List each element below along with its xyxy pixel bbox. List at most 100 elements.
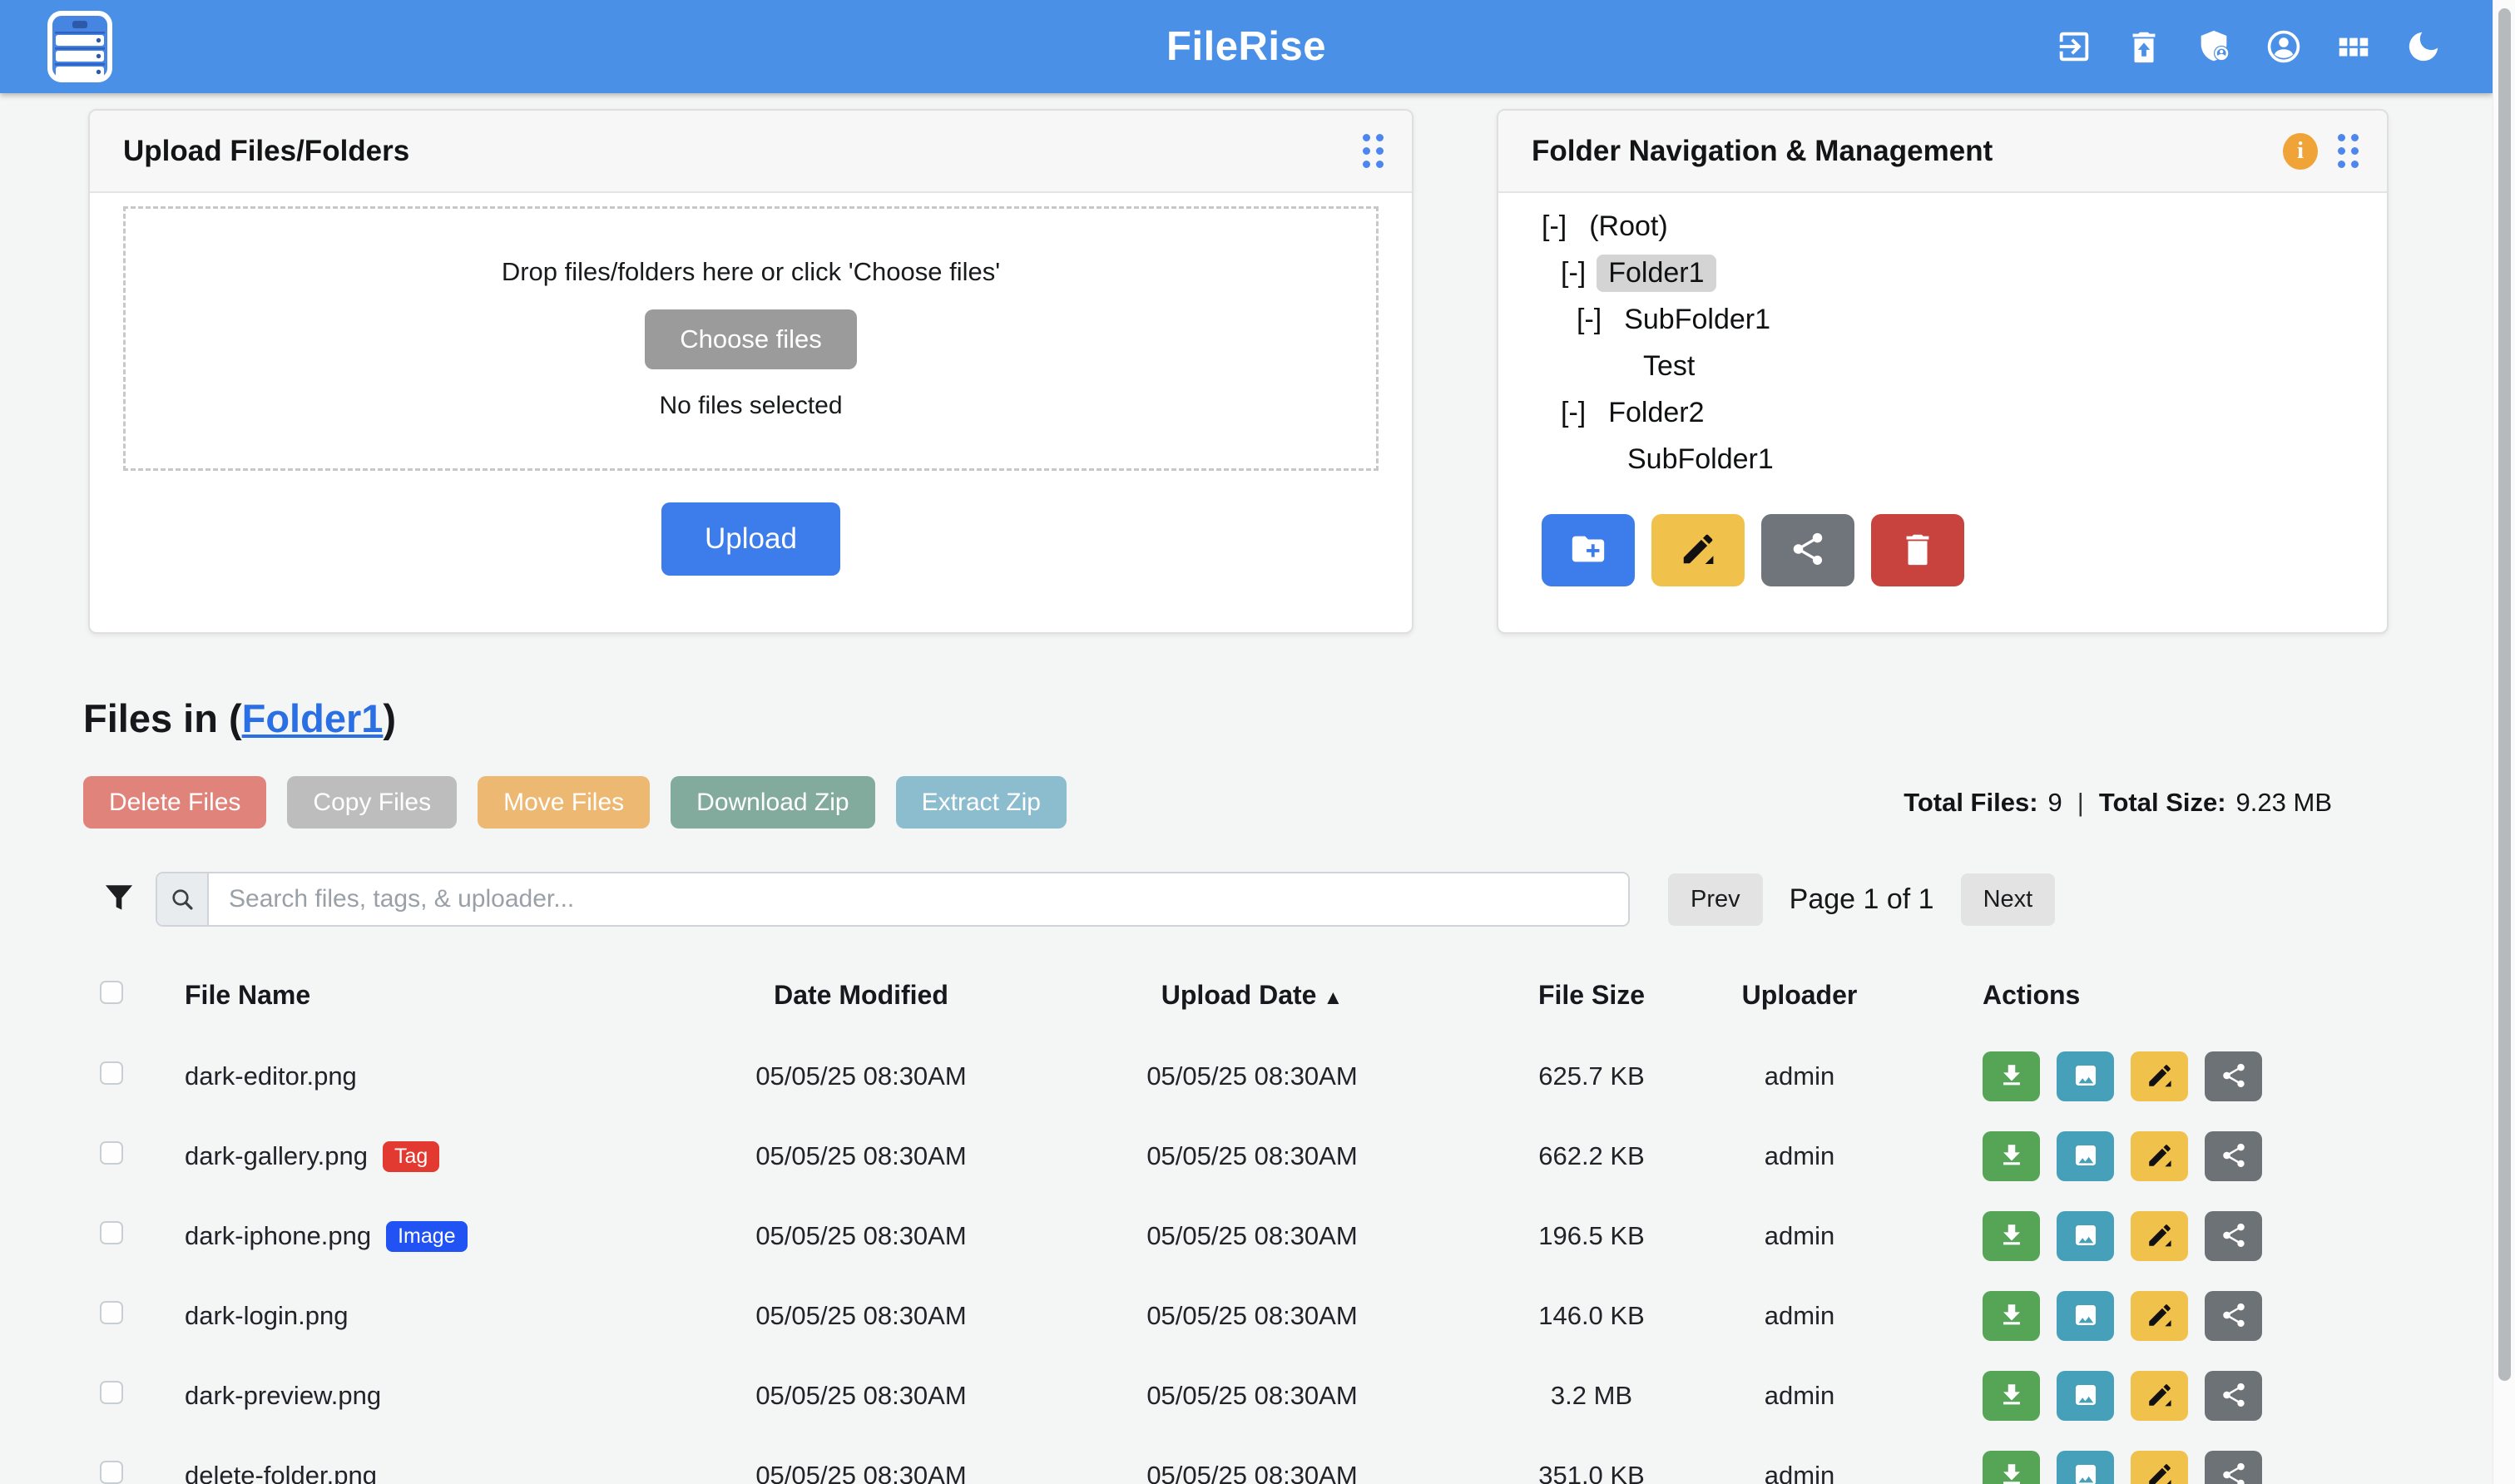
row-checkbox[interactable]	[100, 1301, 123, 1324]
download-icon	[1998, 1301, 2026, 1332]
download-button[interactable]	[1983, 1291, 2040, 1341]
rename-button[interactable]	[2131, 1131, 2188, 1181]
info-icon[interactable]: i	[2283, 133, 2318, 170]
move-files-button[interactable]: Move Files	[478, 776, 650, 829]
row-checkbox[interactable]	[100, 1461, 123, 1484]
choose-files-button[interactable]: Choose files	[645, 309, 857, 369]
download-button[interactable]	[1983, 1211, 2040, 1261]
file-name: dark-editor.png	[185, 1061, 357, 1091]
tree-item-folder1[interactable]: [-]Folder1	[1561, 250, 2387, 296]
copy-files-button[interactable]: Copy Files	[287, 776, 457, 829]
row-checkbox[interactable]	[100, 1061, 123, 1085]
delete-folder-button[interactable]	[1871, 514, 1964, 586]
filter-icon[interactable]	[101, 879, 137, 919]
table-row: dark-preview.png 05/05/25 08:30AM 05/05/…	[83, 1356, 2515, 1436]
file-name: dark-iphone.png	[185, 1221, 371, 1251]
row-checkbox[interactable]	[100, 1141, 123, 1165]
row-checkbox[interactable]	[100, 1381, 123, 1404]
app-logo-menu-button[interactable]	[47, 9, 113, 84]
upload-panel-header: Upload Files/Folders	[90, 111, 1412, 193]
pagination: Prev Page 1 of 1 Next	[1668, 873, 2055, 926]
preview-image-button[interactable]	[2057, 1451, 2114, 1484]
file-dropzone[interactable]: Drop files/folders here or click 'Choose…	[123, 206, 1379, 471]
tree-item-folder2[interactable]: [-]Folder2	[1561, 389, 2387, 436]
col-header-uploader[interactable]: Uploader	[1686, 980, 1913, 1011]
upload-date: 05/05/25 08:30AM	[1007, 1301, 1498, 1331]
drag-handle-icon[interactable]	[2338, 134, 2359, 168]
rename-button[interactable]	[2131, 1051, 2188, 1101]
download-zip-button[interactable]: Download Zip	[671, 776, 874, 829]
scrollbar-thumb[interactable]	[2498, 8, 2511, 1381]
download-icon	[1998, 1141, 2026, 1172]
col-header-file-name[interactable]: File Name	[185, 980, 715, 1011]
image-icon	[2072, 1141, 2100, 1172]
folder-panel: Folder Navigation & Management i [-](Roo…	[1497, 109, 2389, 634]
logout-icon[interactable]	[2055, 27, 2093, 66]
date-modified: 05/05/25 08:30AM	[715, 1221, 1007, 1251]
download-button[interactable]	[1983, 1051, 2040, 1101]
preview-image-button[interactable]	[2057, 1051, 2114, 1101]
preview-image-button[interactable]	[2057, 1371, 2114, 1421]
upload-panel: Upload Files/Folders Drop files/folders …	[88, 109, 1413, 634]
current-folder-link[interactable]: Folder1	[242, 696, 384, 740]
tree-item-test[interactable]: Test	[1631, 343, 2387, 389]
preview-image-button[interactable]	[2057, 1131, 2114, 1181]
admin-shield-icon[interactable]	[2195, 27, 2233, 66]
pencil-icon	[2146, 1461, 2174, 1484]
sort-ascending-icon: ▲	[1323, 987, 1343, 1009]
download-button[interactable]	[1983, 1371, 2040, 1421]
trash-restore-icon[interactable]	[2125, 27, 2163, 66]
app-header: FileRise	[0, 0, 2493, 93]
search-input[interactable]	[209, 873, 1628, 925]
batch-actions: Delete Files Copy Files Move Files Downl…	[83, 776, 1067, 829]
row-checkbox[interactable]	[100, 1221, 123, 1244]
search-group	[156, 872, 1630, 927]
dark-mode-moon-icon[interactable]	[2404, 27, 2443, 66]
share-button[interactable]	[2205, 1451, 2262, 1484]
table-row: delete-folder.png 05/05/25 08:30AM 05/05…	[83, 1436, 2515, 1484]
grid-view-icon[interactable]	[2334, 27, 2373, 66]
share-button[interactable]	[2205, 1051, 2262, 1101]
file-name: dark-gallery.png	[185, 1141, 368, 1171]
file-size: 662.2 KB	[1498, 1141, 1686, 1171]
prev-page-button[interactable]: Prev	[1668, 873, 1763, 926]
preview-image-button[interactable]	[2057, 1211, 2114, 1261]
share-icon	[1789, 530, 1827, 571]
extract-zip-button[interactable]: Extract Zip	[896, 776, 1067, 829]
col-header-upload-date[interactable]: Upload Date▲	[1007, 980, 1498, 1011]
delete-files-button[interactable]: Delete Files	[83, 776, 266, 829]
select-all-checkbox[interactable]	[100, 981, 123, 1004]
upload-button[interactable]: Upload	[661, 502, 840, 576]
next-page-button[interactable]: Next	[1961, 873, 2056, 926]
preview-image-button[interactable]	[2057, 1291, 2114, 1341]
create-folder-button[interactable]	[1542, 514, 1635, 586]
rename-folder-button[interactable]	[1651, 514, 1745, 586]
account-icon[interactable]	[2265, 27, 2303, 66]
download-icon	[1998, 1461, 2026, 1484]
share-button[interactable]	[2205, 1291, 2262, 1341]
folder-plus-icon	[1569, 530, 1607, 571]
upload-date: 05/05/25 08:30AM	[1007, 1221, 1498, 1251]
share-button[interactable]	[2205, 1371, 2262, 1421]
drag-handle-icon[interactable]	[1363, 134, 1384, 168]
tree-item-root[interactable]: [-](Root)	[1542, 203, 2387, 250]
table-row: dark-login.png 05/05/25 08:30AM 05/05/25…	[83, 1276, 2515, 1356]
rename-button[interactable]	[2131, 1451, 2188, 1484]
download-button[interactable]	[1983, 1451, 2040, 1484]
tree-item-folder2-subfolder1[interactable]: SubFolder1	[1616, 436, 2387, 482]
tree-item-subfolder1[interactable]: [-]SubFolder1	[1577, 296, 2387, 343]
rename-button[interactable]	[2131, 1371, 2188, 1421]
total-size-value: 9.23 MB	[2236, 788, 2332, 818]
upload-date: 05/05/25 08:30AM	[1007, 1061, 1498, 1091]
dropzone-text: Drop files/folders here or click 'Choose…	[502, 257, 1000, 287]
share-folder-button[interactable]	[1761, 514, 1854, 586]
col-header-file-size[interactable]: File Size	[1498, 980, 1686, 1011]
download-button[interactable]	[1983, 1131, 2040, 1181]
col-header-date-modified[interactable]: Date Modified	[715, 980, 1007, 1011]
vertical-scrollbar[interactable]	[2493, 0, 2515, 1484]
uploader: admin	[1686, 1301, 1913, 1331]
share-button[interactable]	[2205, 1211, 2262, 1261]
rename-button[interactable]	[2131, 1211, 2188, 1261]
rename-button[interactable]	[2131, 1291, 2188, 1341]
share-button[interactable]	[2205, 1131, 2262, 1181]
